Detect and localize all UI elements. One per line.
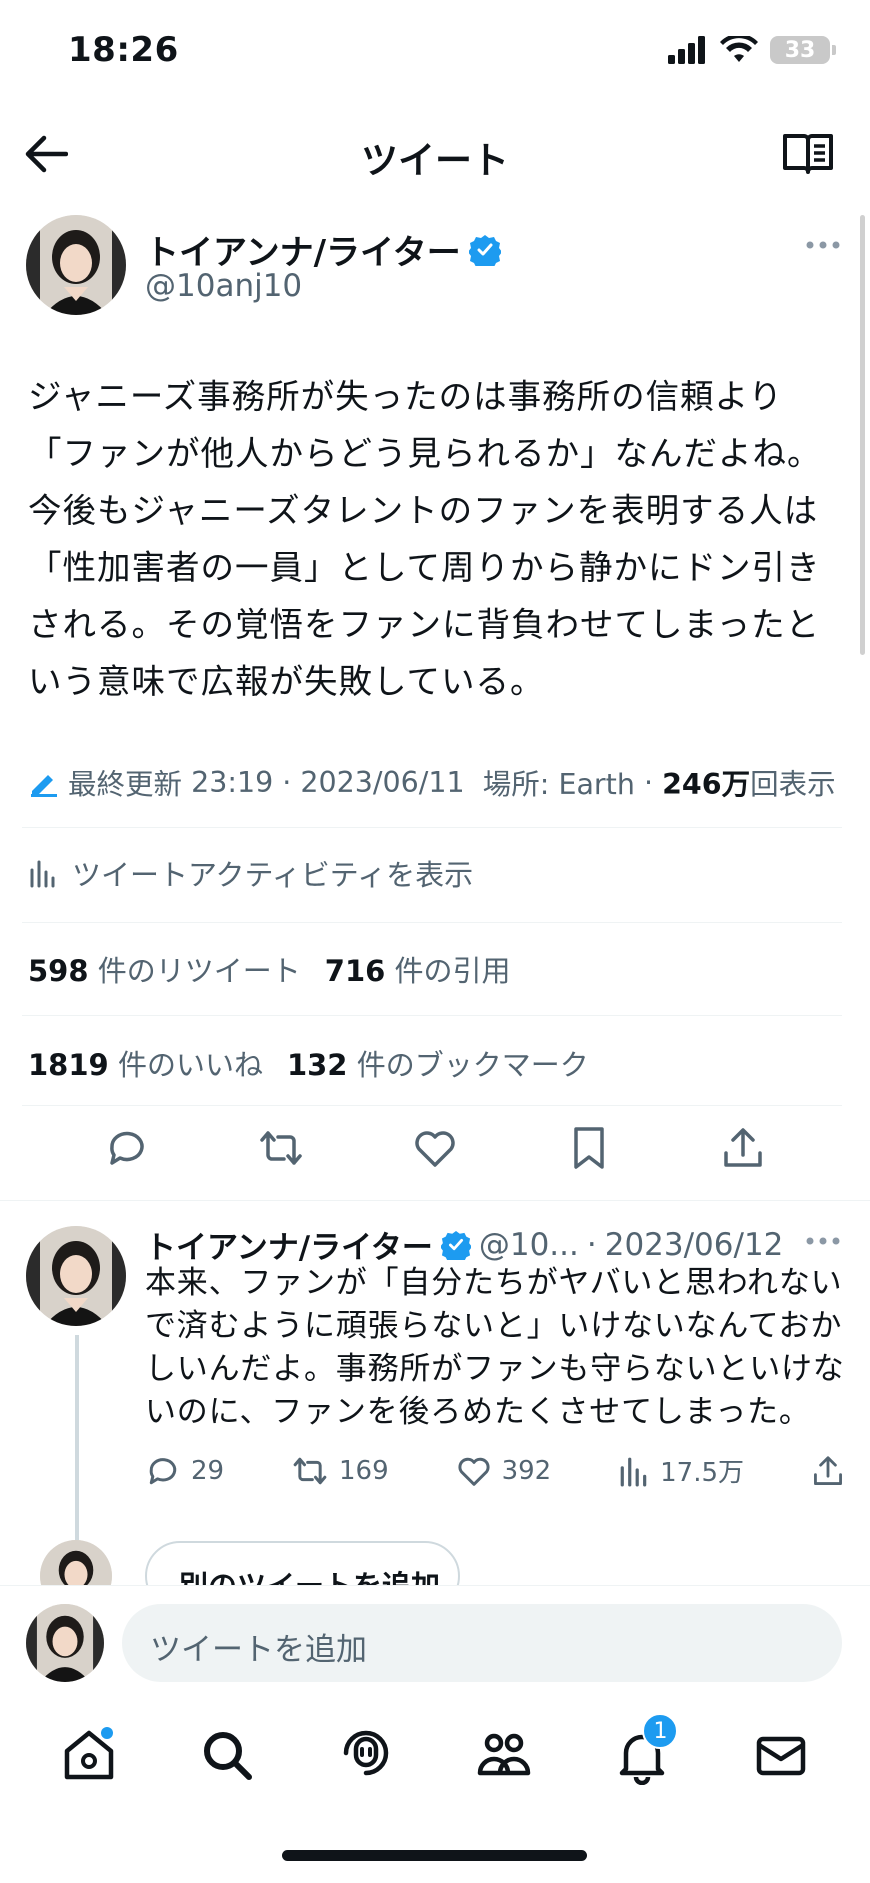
tab-communities[interactable]	[474, 1725, 534, 1785]
wifi-icon	[720, 36, 758, 62]
reply-text: 本来、ファンが「自分たちがヤバいと思われないで済むように頑張らないと」いけないな…	[145, 1265, 845, 1430]
analytics-icon	[620, 1457, 647, 1486]
reply-date[interactable]: 2023/06/12	[605, 1227, 784, 1263]
reply-author-name[interactable]: トイアンナ/ライター	[145, 1222, 433, 1267]
edit-pencil-icon	[31, 774, 57, 797]
divider	[22, 827, 842, 828]
divider	[0, 1200, 870, 1201]
like-icon	[458, 1457, 490, 1486]
reader-mode-icon[interactable]	[782, 132, 834, 176]
views-count: 246万	[662, 768, 751, 801]
reply-avatar[interactable]	[26, 1226, 126, 1326]
tweet-text: ジャニーズ事務所が失ったのは事務所の信頼より「ファンが他人からどう見られるか」な…	[28, 377, 822, 701]
stats-row-retweets: 598 件のリツイート 716 件の引用	[28, 948, 511, 990]
bookmarks-stat[interactable]: 132 件のブックマーク	[287, 1042, 589, 1084]
reply-replies[interactable]: 29	[145, 1453, 224, 1489]
scrollbar[interactable]	[860, 215, 865, 655]
likes-stat[interactable]: 1819 件のいいね	[28, 1042, 263, 1084]
more-options-icon[interactable]	[806, 240, 840, 250]
like-icon[interactable]	[412, 1125, 458, 1171]
author-handle[interactable]: @10anj10	[145, 268, 302, 304]
page-title: ツイート	[361, 139, 509, 182]
mail-icon	[756, 1736, 806, 1776]
quotes-stat[interactable]: 716 件の引用	[325, 948, 511, 990]
stats-row-likes: 1819 件のいいね 132 件のブックマーク	[28, 1042, 589, 1084]
tab-home[interactable]	[59, 1725, 119, 1785]
reply-icon	[149, 1457, 177, 1484]
reply-more-options-icon[interactable]	[806, 1236, 840, 1246]
avatar[interactable]	[26, 215, 126, 315]
analytics-icon	[30, 860, 55, 888]
verified-badge-icon	[440, 1230, 471, 1260]
verified-badge-icon	[468, 234, 501, 266]
tweet-meta: 最終更新 23:19 · 2023/06/11 場所: Earth · 246万…	[28, 762, 836, 803]
divider	[22, 922, 842, 923]
bookmark-icon[interactable]	[566, 1125, 612, 1171]
reply-icon[interactable]	[104, 1125, 150, 1171]
tab-messages[interactable]	[751, 1725, 811, 1785]
status-icons: 33	[668, 36, 836, 64]
communities-icon	[477, 1733, 531, 1776]
author-name[interactable]: トイアンナ/ライター	[145, 225, 501, 274]
status-time: 18:26	[68, 30, 179, 70]
share-icon[interactable]	[811, 1454, 845, 1488]
tweet-action-bar	[0, 1125, 870, 1171]
reply-retweets[interactable]: 169	[291, 1453, 389, 1489]
battery-indicator: 33	[770, 36, 836, 64]
tab-spaces[interactable]	[336, 1725, 396, 1785]
reply-likes[interactable]: 392	[456, 1453, 551, 1489]
reply-handle[interactable]: @10...	[479, 1227, 579, 1263]
reply-header: トイアンナ/ライター @10... · 2023/06/12	[145, 1222, 783, 1267]
search-icon	[204, 1732, 253, 1780]
divider	[22, 1105, 842, 1106]
cellular-signal-icon	[668, 36, 705, 64]
retweets-stat[interactable]: 598 件のリツイート	[28, 948, 301, 990]
thread-line	[75, 1335, 79, 1545]
tab-notifications[interactable]: 1	[612, 1713, 679, 1785]
reply-action-bar: 29 169 392 17.5万	[145, 1452, 845, 1489]
reply-compose-input[interactable]: ツイートを追加	[122, 1604, 842, 1682]
reply-views[interactable]: 17.5万	[618, 1452, 744, 1489]
bottom-tab-bar: 1	[0, 1705, 870, 1805]
retweet-icon	[293, 1457, 327, 1484]
home-indicator[interactable]	[282, 1850, 587, 1861]
tweet-activity-link[interactable]: ツイートアクティビティを表示	[28, 852, 473, 894]
divider	[22, 1015, 842, 1016]
tab-search[interactable]	[197, 1725, 257, 1785]
compose-avatar	[26, 1604, 104, 1682]
notification-badge: 1	[642, 1713, 679, 1749]
retweet-icon[interactable]	[258, 1125, 304, 1171]
spaces-icon	[343, 1730, 389, 1776]
share-icon[interactable]	[720, 1125, 766, 1171]
home-icon	[64, 1727, 114, 1780]
